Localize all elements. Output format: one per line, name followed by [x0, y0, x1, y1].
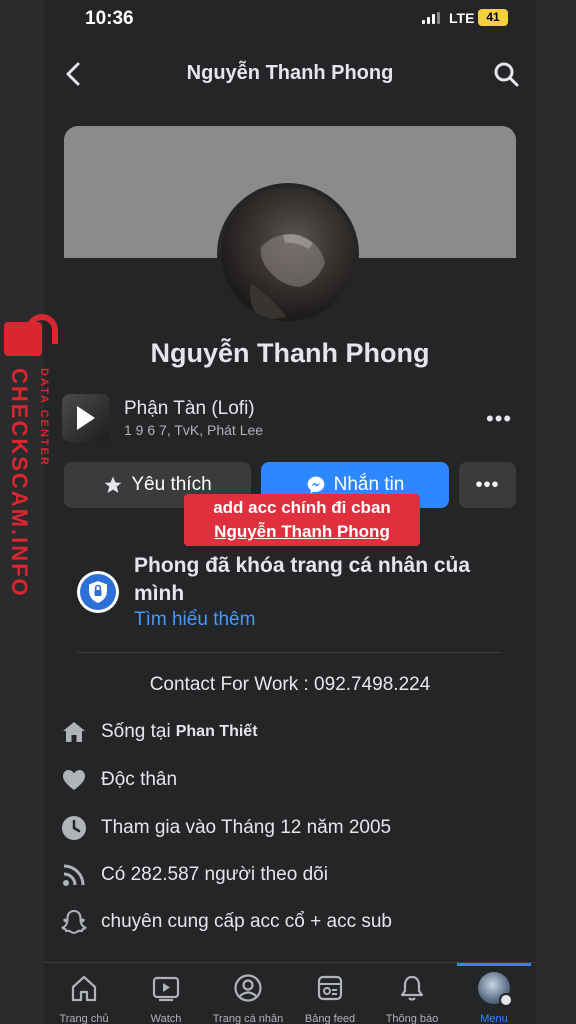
learn-more-link[interactable]: Tìm hiểu thêm — [134, 609, 255, 631]
info-text: Tham gia vào Tháng 12 năm 2005 — [101, 817, 392, 838]
info-row-joined: Tham gia vào Tháng 12 năm 2005 — [60, 812, 520, 844]
like-label: Yêu thích — [131, 474, 212, 495]
more-actions-button[interactable]: ••• — [459, 462, 516, 508]
music-title: Phận Tàn (Lofi) — [124, 398, 255, 419]
watermark-lock-icon — [4, 322, 42, 356]
menu-avatar — [453, 971, 535, 1007]
snapchat-icon — [60, 908, 88, 936]
signal-icon — [422, 12, 440, 24]
tab-watch[interactable]: Watch — [125, 971, 207, 1024]
video-icon — [125, 971, 207, 1005]
tab-menu[interactable]: Menu — [453, 971, 535, 1024]
profile-icon — [207, 971, 289, 1005]
avatar-image — [221, 187, 355, 321]
star-icon — [105, 476, 122, 493]
top-nav: Nguyễn Thanh Phong — [44, 50, 536, 98]
locked-profile-icon — [77, 571, 119, 613]
heart-icon — [60, 766, 88, 794]
overlay-caption: add acc chính đi cban Nguyễn Thanh Phong — [184, 494, 420, 546]
profile-music[interactable]: Phận Tàn (Lofi) 1 9 6 7, TvK, Phát Lee •… — [62, 392, 518, 444]
message-label: Nhắn tin — [333, 474, 405, 495]
watermark-subtitle: DATA CENTER — [38, 368, 50, 467]
rss-icon — [60, 861, 88, 889]
tab-label: Thông báo — [385, 1013, 439, 1024]
messenger-icon — [307, 476, 324, 494]
music-artist: 1 9 6 7, TvK, Phát Lee — [124, 422, 264, 438]
info-row-followers: Có 282.587 người theo dõi — [60, 859, 520, 891]
search-icon[interactable] — [492, 60, 520, 88]
network-type: LTE — [449, 10, 475, 26]
watermark-site: CHECKSCAM.INFO — [7, 368, 32, 598]
tab-notifications[interactable]: Thông báo — [371, 971, 453, 1024]
info-row-snapchat: chuyên cung cấp acc cổ + acc sub — [60, 906, 520, 938]
tab-label: Trang cá nhân — [212, 1013, 284, 1024]
home-icon — [44, 971, 125, 1005]
info-location-value: Phan Thiết — [175, 723, 258, 740]
nav-title: Nguyễn Thanh Phong — [186, 62, 394, 84]
phone-screen: 10:36 LTE 41 Nguyễn Thanh Phong Nguyễn T… — [44, 0, 536, 1024]
menu-avatar-image — [478, 972, 513, 1007]
bell-icon — [371, 971, 453, 1005]
status-bar: 10:36 LTE 41 — [44, 0, 536, 38]
tab-home[interactable]: Trang chủ — [44, 971, 125, 1024]
more-options-icon[interactable]: ••• — [486, 406, 512, 432]
music-thumbnail[interactable] — [62, 394, 110, 442]
profile-avatar[interactable] — [217, 183, 359, 325]
profile-name: Nguyễn Thanh Phong — [150, 338, 430, 368]
bottom-tab-bar: Trang chủ Watch Trang cá nhân Bảng feed … — [44, 962, 536, 1024]
caption-line-2: Nguyễn Thanh Phong — [214, 522, 390, 541]
info-text: Độc thân — [101, 769, 178, 790]
caption-line-1: add acc chính đi cban — [213, 498, 391, 517]
status-time: 10:36 — [85, 8, 134, 29]
locked-profile-title: Phong đã khóa trang cá nhân của mình — [134, 554, 471, 605]
active-tab-indicator — [457, 963, 531, 966]
divider — [77, 652, 501, 653]
info-row-relationship: Độc thân — [60, 764, 520, 796]
tab-profile[interactable]: Trang cá nhân — [207, 971, 289, 1024]
feed-icon — [289, 971, 371, 1005]
right-margin — [536, 0, 576, 1024]
contact-info: Contact For Work : 092.7498.224 — [149, 674, 431, 695]
battery-icon: 41 — [478, 9, 508, 26]
clock-icon — [60, 814, 88, 842]
watermark: CHECKSCAM.INFO DATA CENTER — [0, 306, 66, 598]
menu-badge-icon — [499, 993, 513, 1007]
info-row-location: Sống tại Phan Thiết — [60, 716, 520, 748]
tab-feed[interactable]: Bảng feed — [289, 971, 371, 1024]
play-icon[interactable] — [77, 406, 95, 430]
tab-label: Bảng feed — [304, 1013, 356, 1024]
info-text: chuyên cung cấp acc cổ + acc sub — [101, 911, 392, 932]
tab-label: Watch — [150, 1013, 182, 1024]
info-text: Có 282.587 người theo dõi — [101, 864, 328, 885]
tab-label: Menu — [480, 1013, 508, 1024]
info-text: Sống tại — [101, 721, 171, 742]
tab-label: Trang chủ — [59, 1013, 109, 1024]
home-icon — [60, 718, 88, 746]
